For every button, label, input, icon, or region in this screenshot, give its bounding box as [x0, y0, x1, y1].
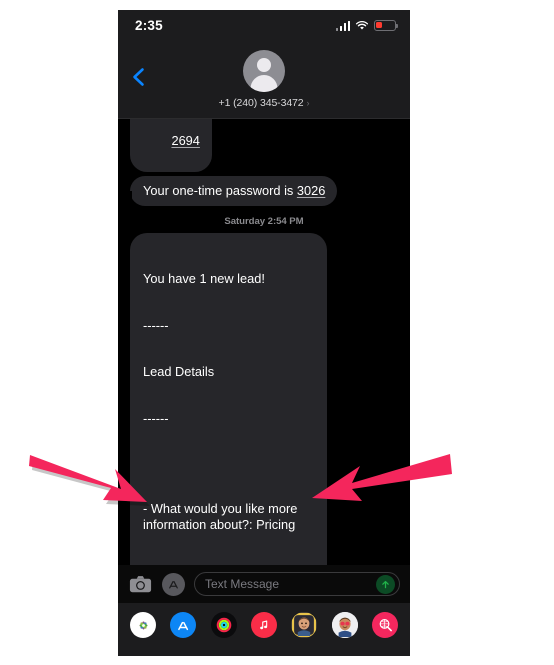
contact-phone-number-text: +1 (240) 345-3472 — [218, 97, 304, 109]
music-note-icon — [260, 620, 268, 630]
camera-icon[interactable] — [128, 572, 153, 597]
otp-code-link[interactable]: 2694 — [171, 133, 199, 148]
imessage-app-drawer[interactable] — [118, 603, 410, 647]
lead-headline: You have 1 new lead! — [143, 271, 265, 286]
image-search-icon — [379, 619, 392, 632]
lead-field-interest: - What would you like more information a… — [143, 501, 301, 532]
conversation-header: +1 (240) 345-3472 › — [118, 44, 410, 119]
message-row: 2694 — [130, 119, 398, 172]
app-icon-memoji-1[interactable] — [291, 612, 318, 638]
app-icon-memoji-2[interactable] — [331, 612, 358, 638]
avatar — [243, 50, 285, 92]
lead-separator-top: ------ — [143, 317, 169, 333]
home-indicator-area — [118, 647, 410, 656]
message-bubble-otp-2694[interactable]: 2694 — [130, 119, 212, 172]
app-icon-images[interactable] — [371, 612, 398, 638]
lead-section-title: Lead Details — [143, 364, 215, 379]
status-bar: 2:35 — [118, 10, 410, 44]
app-store-icon[interactable] — [162, 572, 185, 596]
text-message-input[interactable]: Text Message — [194, 572, 400, 596]
wifi-icon — [355, 20, 369, 30]
send-arrow-up-icon — [382, 580, 389, 588]
message-row: You have 1 new lead! ------ Lead Details… — [130, 233, 398, 565]
message-input-bar: Text Message — [118, 565, 410, 603]
chevron-right-icon: › — [306, 97, 310, 108]
status-bar-time: 2:35 — [135, 18, 163, 33]
timestamp-saturday: Saturday 2:54 PM — [224, 216, 304, 227]
app-icon-fitness[interactable] — [210, 612, 237, 638]
otp-code-link[interactable]: 3026 — [297, 183, 325, 198]
message-row: Your one-time password is 3026 — [123, 175, 398, 206]
app-icon-photos[interactable] — [130, 612, 156, 638]
app-icon-music[interactable] — [250, 612, 277, 638]
contact-info-button[interactable]: +1 (240) 345-3472 › — [118, 50, 410, 109]
app-icon-appstore[interactable] — [170, 612, 197, 638]
text-message-placeholder: Text Message — [205, 577, 280, 591]
message-list[interactable]: 2694 Your one-time password is 3026 Satu… — [118, 119, 410, 565]
contact-phone-number: +1 (240) 345-3472 › — [219, 97, 310, 109]
message-text: Your one-time password is — [143, 182, 297, 198]
message-bubble-lead-details[interactable]: You have 1 new lead! ------ Lead Details… — [130, 233, 327, 565]
status-bar-indicators — [335, 20, 398, 31]
lead-spacer — [143, 457, 315, 470]
cellular-signal-icon — [335, 20, 350, 31]
phone-screen: 2:35 +1 (240) 345-3472 › 2694 Your one-t… — [118, 10, 410, 656]
lead-separator-bottom: ------ — [143, 410, 169, 426]
battery-low-icon — [374, 20, 398, 31]
send-button[interactable] — [376, 574, 395, 594]
message-bubble-otp-3026[interactable]: Your one-time password is 3026 — [123, 175, 338, 206]
